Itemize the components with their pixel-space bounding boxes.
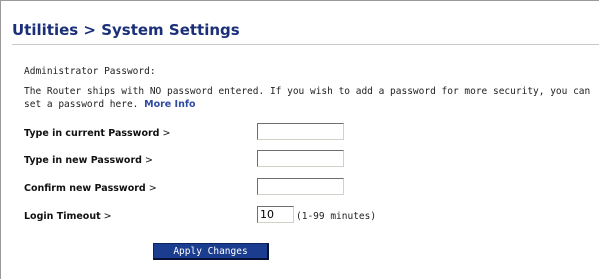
more-info-link[interactable]: More Info (144, 99, 195, 110)
new-password-label-arrow: > (144, 155, 153, 166)
title-divider (12, 44, 599, 45)
confirm-password-label: Confirm new Password > (24, 183, 157, 194)
apply-changes-button[interactable]: Apply Changes (153, 243, 269, 260)
new-password-input[interactable] (257, 150, 344, 167)
confirm-password-label-text: Confirm new Password (24, 183, 146, 194)
new-password-label-text: Type in new Password (24, 155, 142, 166)
login-timeout-label-text: Login Timeout (24, 211, 101, 222)
current-password-input[interactable] (257, 123, 344, 140)
new-password-label: Type in new Password > (24, 155, 153, 166)
page-title: Utilities > System Settings (12, 21, 240, 39)
login-timeout-label: Login Timeout > (24, 211, 112, 222)
current-password-label: Type in current Password > (24, 128, 170, 139)
current-password-label-arrow: > (162, 128, 171, 139)
admin-password-section-label: Administrator Password: (24, 66, 156, 77)
admin-password-description: The Router ships with NO password entere… (24, 85, 599, 111)
confirm-password-label-arrow: > (148, 183, 157, 194)
login-timeout-hint: (1-99 minutes) (296, 211, 377, 222)
description-text: The Router ships with NO password entere… (24, 86, 591, 110)
login-timeout-label-arrow: > (103, 211, 112, 222)
current-password-label-text: Type in current Password (24, 128, 160, 139)
confirm-password-input[interactable] (257, 178, 344, 195)
login-timeout-input[interactable] (257, 206, 294, 223)
